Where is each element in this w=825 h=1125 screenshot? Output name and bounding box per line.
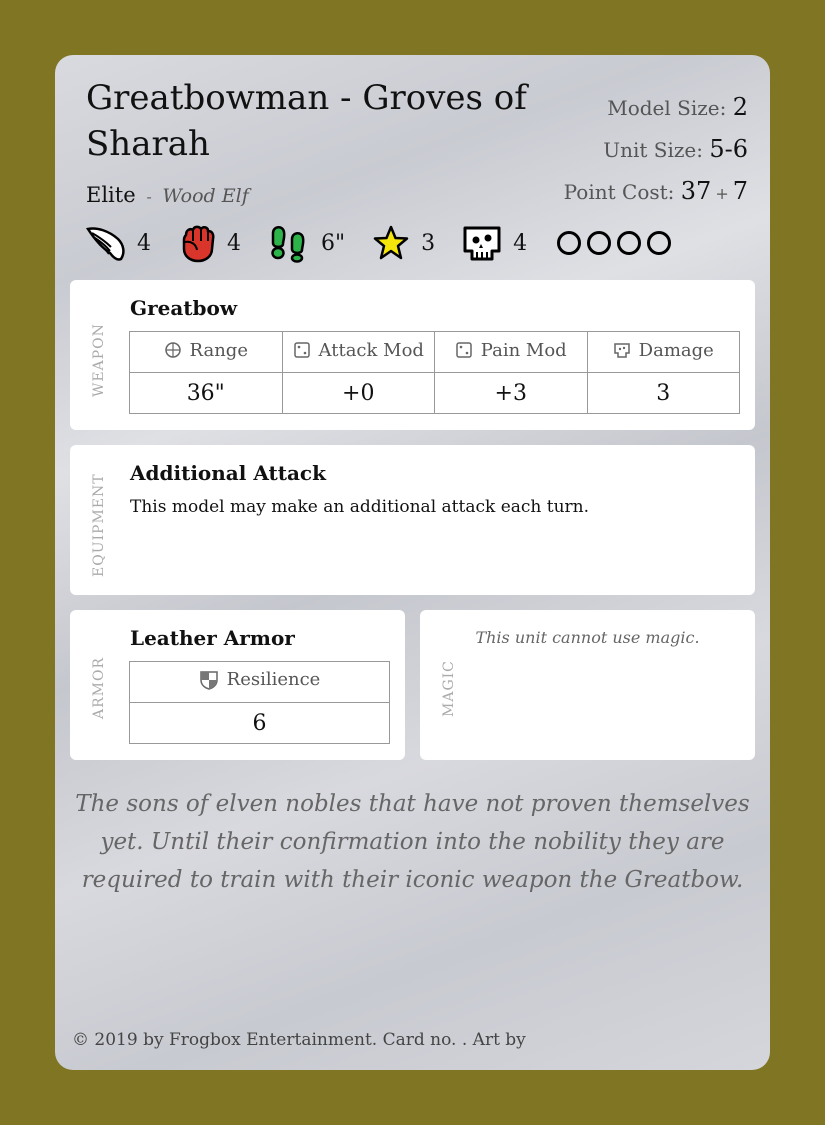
- attack-mod-header: Attack Mod: [281, 331, 435, 373]
- skull-outline-icon: [613, 343, 630, 358]
- magic-panel: Magic This unit cannot use magic.: [420, 610, 755, 760]
- wound-pip: [617, 231, 642, 255]
- range-value: 36": [129, 372, 283, 414]
- star-icon: [373, 225, 409, 260]
- wound-pip: [647, 231, 672, 255]
- stat-agility: 4: [85, 223, 151, 263]
- armor-panel: Armor Leather Armor Resilience 6: [70, 610, 405, 760]
- armor-section-label: Armor: [91, 656, 107, 719]
- armor-name: Leather Armor: [130, 626, 295, 650]
- unit-size-row: Unit Size: 5-6: [564, 129, 748, 171]
- range-header: Range: [129, 331, 283, 373]
- wound-pip: [557, 231, 582, 255]
- stat-movement: 6": [267, 223, 345, 263]
- damage-header: Damage: [586, 331, 740, 373]
- stat-row: 4 4 6" 3 4: [85, 221, 677, 265]
- footprints-icon: [271, 226, 305, 263]
- point-cost-label: Point Cost:: [563, 180, 675, 204]
- die-icon: [456, 342, 472, 358]
- unit-title: Greatbowman - Groves of Sharah: [86, 78, 527, 164]
- weapon-name: Greatbow: [130, 296, 238, 320]
- equipment-panel: Equipment Additional Attack This model m…: [70, 445, 755, 595]
- stat-toughness: 4: [461, 223, 527, 263]
- stat-value: 4: [513, 230, 528, 256]
- resilience-label: Resilience: [226, 669, 321, 691]
- unit-size-value: 5-6: [709, 135, 748, 163]
- pain-mod-header: Pain Mod: [434, 331, 588, 373]
- fist-icon: [182, 225, 215, 263]
- flavor-text: The sons of elven nobles that have not p…: [75, 791, 750, 893]
- range-label: Range: [189, 339, 248, 361]
- stat-value: 6": [321, 230, 346, 256]
- wing-icon: [85, 227, 125, 261]
- equipment-description: This model may make an additional attack…: [130, 497, 590, 517]
- unit-size-label: Unit Size:: [603, 138, 703, 162]
- damage-label: Damage: [638, 339, 714, 361]
- resilience-header: Resilience: [129, 661, 390, 703]
- stat-value: 4: [227, 230, 241, 256]
- model-size-value: 2: [732, 93, 748, 121]
- equipment-name: Additional Attack: [130, 461, 326, 485]
- pain-mod-label: Pain Mod: [480, 339, 567, 361]
- shield-icon: [199, 671, 218, 690]
- damage-value: 3: [586, 372, 740, 414]
- weapon-stats-values: 36" +0 +3 3: [129, 372, 740, 414]
- unit-subtitle: Elite - Wood Elf: [86, 183, 249, 207]
- stat-value: 4: [137, 230, 151, 256]
- armor-stats-values: 6: [129, 702, 390, 744]
- point-cost-row: Point Cost: 37 +7: [564, 171, 748, 214]
- card-footer: © 2019 by Frogbox Entertainment. Card no…: [72, 1030, 526, 1050]
- model-size-row: Model Size: 2: [564, 87, 748, 129]
- point-cost-base: 37: [680, 177, 712, 205]
- crosshair-icon: [164, 342, 181, 358]
- skull-icon: [463, 226, 501, 261]
- armor-stats-table: Resilience 6: [129, 661, 390, 744]
- stat-value: 3: [421, 230, 436, 256]
- unit-race: Wood Elf: [162, 185, 249, 207]
- point-cost-extra: 7: [732, 177, 748, 205]
- attack-mod-value: +0: [281, 372, 435, 414]
- unit-rank: Elite: [86, 183, 136, 207]
- magic-description: This unit cannot use magic.: [475, 628, 700, 647]
- weapon-stats-table: Range Attack Mod Pain Mod Damage 36" +0 …: [129, 331, 740, 414]
- attack-mod-label: Attack Mod: [318, 339, 424, 361]
- resilience-value: 6: [129, 702, 390, 744]
- unit-costs: Model Size: 2 Unit Size: 5-6 Point Cost:…: [564, 87, 748, 214]
- magic-section-label: Magic: [441, 660, 457, 717]
- die-icon: [293, 342, 310, 358]
- subtitle-separator: -: [146, 187, 152, 206]
- pain-mod-value: +3: [434, 372, 588, 414]
- weapon-section-label: Weapon: [91, 323, 107, 397]
- model-size-label: Model Size:: [607, 96, 727, 120]
- equipment-section-label: Equipment: [91, 473, 107, 577]
- weapon-panel: Weapon Greatbow Range Attack Mod Pain Mo…: [70, 280, 755, 430]
- armor-stats-header: Resilience: [129, 661, 390, 703]
- point-cost-plus: +: [715, 184, 729, 203]
- unit-card: Greatbowman - Groves of Sharah Elite - W…: [55, 55, 770, 1070]
- wound-pips: [557, 231, 677, 255]
- stat-leadership: 3: [371, 224, 435, 262]
- wound-pip: [587, 231, 612, 255]
- weapon-stats-header: Range Attack Mod Pain Mod Damage: [129, 331, 740, 373]
- stat-strength: 4: [177, 223, 241, 263]
